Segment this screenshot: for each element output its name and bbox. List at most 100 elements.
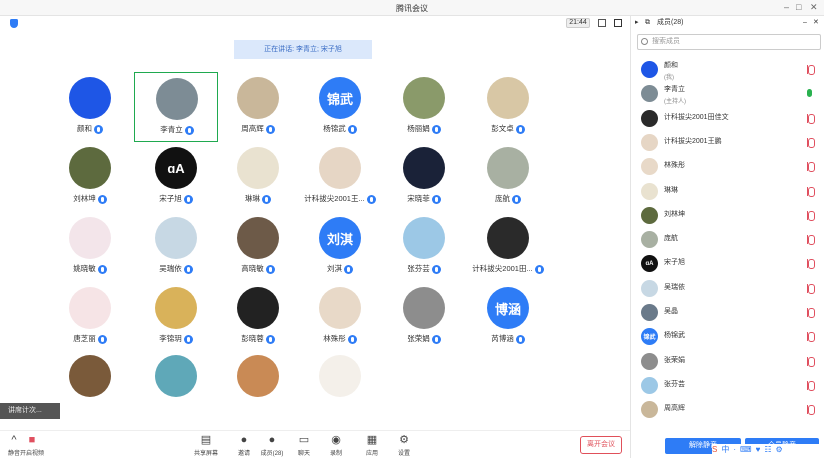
microphone-muted-icon[interactable] [807,210,815,221]
invite-button[interactable]: ● 邀请 [230,433,258,458]
participant-tile[interactable]: 周高辉 [216,72,300,142]
participant-tile[interactable]: 彭文卓 [466,72,550,142]
tray-icon[interactable]: ⌨ [740,445,752,454]
grid-view-icon[interactable] [598,19,606,27]
microphone-muted-icon[interactable] [807,162,815,173]
camera-off-icon: ■ [28,434,36,446]
participant-tile[interactable]: 林殊彤 [298,282,382,352]
participant-name: 杨锦武 [298,123,382,134]
layout-icon[interactable] [614,19,622,27]
participant-tile[interactable]: 唐芝丽 [48,282,132,352]
apps-button[interactable]: ▦ 应用 [358,433,386,458]
participant-tile[interactable]: ɑA 宋子旭 [134,142,218,212]
participant-name-text: 刘淇 [327,264,342,273]
participant-name-text: 刘林坤 [73,194,96,203]
microphone-muted-icon[interactable] [807,113,815,124]
microphone-muted-icon[interactable] [807,356,815,367]
member-row[interactable]: 庞航 [631,228,824,252]
tray-icon[interactable]: ♥ [756,445,761,454]
microphone-muted-icon[interactable] [807,259,815,270]
member-row[interactable]: 琳琳 [631,180,824,204]
member-row[interactable]: 吴瑞依 [631,277,824,301]
tray-icon[interactable]: · [733,445,736,454]
participant-tile[interactable]: 张芬芸 [382,212,466,282]
leave-meeting-button[interactable]: 离开会议 [580,436,622,454]
member-row[interactable]: 颜和 (我) [631,58,824,82]
member-row[interactable]: 锦武 杨锦武 [631,325,824,349]
member-row[interactable]: 周高辉 [631,398,824,422]
meeting-timer: 21:44 [566,18,590,28]
microphone-muted-icon[interactable] [807,405,815,416]
participant-name: 姚晓敏 [48,263,132,274]
participant-tile[interactable]: 李青立 [134,72,218,142]
microphone-muted-icon[interactable] [807,332,815,343]
participant-name: 刘淇 [298,263,382,274]
microphone-muted-icon[interactable] [807,283,815,294]
participant-tile[interactable]: 庞航 [466,142,550,212]
participant-tile[interactable] [134,350,218,420]
member-search-input[interactable]: 搜索成员 [637,34,821,50]
record-button[interactable]: ◉ 录制 [322,433,350,458]
participant-tile[interactable]: 计科拔尖2001王... [298,142,382,212]
members-button[interactable]: ● 成员(28) [258,433,286,458]
tray-icon[interactable]: ⚙ [775,445,782,454]
system-tray: S 中 · ⌨ ♥ ☷ ⚙ [712,444,824,458]
microphone-muted-icon[interactable] [807,235,815,246]
participant-tile[interactable]: 计科拔尖2001田... [466,212,550,282]
participant-tile[interactable]: 琳琳 [216,142,300,212]
avatar [487,147,529,189]
microphone-muted-icon[interactable] [807,308,815,318]
microphone-icon[interactable] [807,89,813,98]
participant-tile[interactable] [216,350,300,420]
toolbar-label: 邀请 [237,451,250,457]
video-button[interactable]: ■ 开启视频 [18,433,46,458]
avatar [641,376,658,394]
participant-tile[interactable]: 彭晓蓉 [216,282,300,352]
panel-minimize-icon[interactable]: – [803,16,807,30]
panel-close-icon[interactable]: ✕ [813,16,819,30]
participant-tile[interactable]: 颜和 [48,72,132,142]
member-row[interactable]: 吴晶 [631,301,824,325]
microphone-muted-icon[interactable] [807,137,815,148]
close-icon[interactable]: ✕ [810,2,818,13]
member-row[interactable]: 林殊彤 [631,155,824,179]
member-row[interactable]: 张荣娟 [631,350,824,374]
microphone-muted-icon[interactable] [807,186,815,197]
microphone-muted-icon[interactable] [807,65,815,75]
settings-button[interactable]: ⚙ 设置 [390,433,418,458]
participant-tile[interactable]: 刘林坤 [48,142,132,212]
participant-tile[interactable]: 刘淇 刘淇 [298,212,382,282]
participant-tile[interactable] [48,350,132,420]
participant-tile[interactable] [298,350,382,420]
tray-icon[interactable]: 中 [721,444,729,455]
member-row[interactable]: ɑA 宋子旭 [631,252,824,276]
tray-icon[interactable]: ☷ [764,445,771,454]
popout-icon[interactable]: ⧉ [645,16,650,30]
microphone-muted-icon[interactable] [807,380,815,391]
participant-tile[interactable]: 博涵 芮博涵 [466,282,550,352]
floating-minibar[interactable]: 讲席计次... [0,403,60,419]
participant-tile[interactable]: 锦武 杨锦武 [298,72,382,142]
participant-name: 吴瑞依 [134,263,218,274]
member-row[interactable]: 张芬芸 [631,374,824,398]
minimize-icon[interactable]: – [784,2,789,13]
collapse-icon[interactable]: ▸ [635,16,639,30]
member-row[interactable]: 刘林坤 [631,204,824,228]
member-row[interactable]: 李青立 (主持人) [631,82,824,106]
speaking-indicator: 正在讲话: 李青立; 宋子旭 [234,40,372,59]
tray-icon[interactable]: S [712,445,717,454]
member-row[interactable]: 计科拔尖2001田佳文 [631,107,824,131]
participant-tile[interactable]: 宋晓菲 [382,142,466,212]
participant-tile[interactable]: 高晓敏 [216,212,300,282]
maximize-icon[interactable]: □ [796,2,801,13]
participant-tile[interactable]: 李锦玥 [134,282,218,352]
chat-button[interactable]: ▭ 聊天 [290,433,318,458]
security-icon[interactable] [10,19,18,28]
participant-name: 计科拔尖2001王... [298,193,382,204]
participant-tile[interactable]: 吴瑞依 [134,212,218,282]
participant-tile[interactable]: 姚晓敏 [48,212,132,282]
member-row[interactable]: 计科拔尖2001王鹏 [631,131,824,155]
participant-tile[interactable]: 张荣娟 [382,282,466,352]
share-screen-button[interactable]: ▤ 共享屏幕 [192,433,220,458]
participant-tile[interactable]: 杨丽娟 [382,72,466,142]
